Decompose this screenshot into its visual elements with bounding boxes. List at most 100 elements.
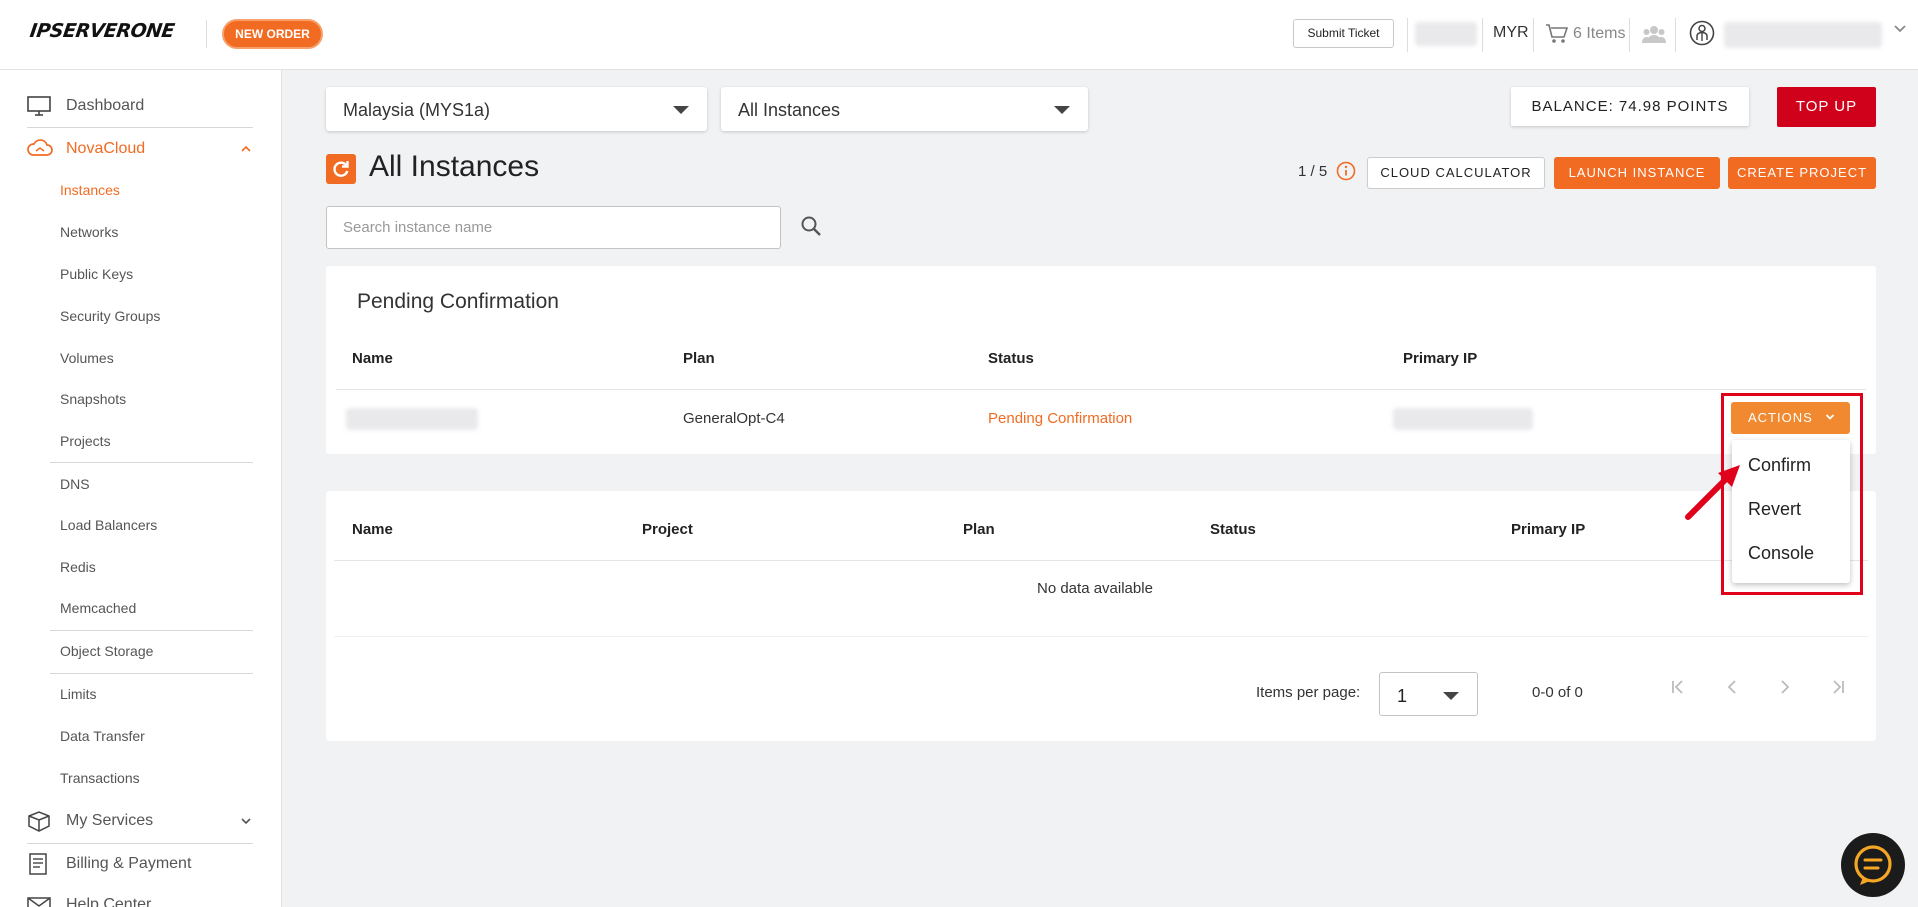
sidebar-item-data-transfer[interactable]: Data Transfer [60, 728, 145, 744]
column-header-plan: Plan [683, 350, 715, 367]
sidebar-item-load-balancers[interactable]: Load Balancers [60, 517, 157, 533]
sidebar-item-billing[interactable]: Billing & Payment [0, 844, 282, 884]
sidebar-item-novacloud[interactable]: NovaCloud [0, 129, 282, 169]
sidebar-item-label: Dashboard [66, 97, 145, 114]
submit-ticket-button[interactable]: Submit Ticket [1293, 19, 1394, 48]
user-account-icon[interactable] [1689, 20, 1715, 46]
team-icon[interactable] [1642, 24, 1666, 44]
sidebar: Dashboard NovaCloud Instances Networks P… [0, 70, 282, 907]
chevron-up-icon [241, 145, 251, 152]
new-order-button[interactable]: NEW ORDER [222, 19, 323, 49]
instance-quota: 1 / 5 [1298, 163, 1328, 180]
items-per-page-label: Items per page: [1256, 684, 1361, 701]
table-divider [334, 560, 1868, 561]
receipt-icon [29, 853, 47, 875]
divider [50, 673, 253, 674]
refresh-button[interactable] [326, 154, 356, 184]
dropdown-arrow-icon [673, 106, 689, 114]
divider [1675, 18, 1676, 52]
pending-section-title: Pending Confirmation [357, 290, 559, 313]
cart-button[interactable]: 6 Items [1545, 22, 1625, 46]
sidebar-item-object-storage[interactable]: Object Storage [60, 643, 153, 659]
monitor-icon [27, 96, 51, 116]
last-page-icon[interactable] [1828, 677, 1848, 697]
column-header-primary-ip: Primary IP [1403, 350, 1478, 367]
column-header-status: Status [988, 350, 1034, 367]
chat-icon [1854, 845, 1892, 885]
sidebar-item-snapshots[interactable]: Snapshots [60, 391, 126, 407]
sidebar-item-instances[interactable]: Instances [60, 182, 120, 198]
instances-filter-select[interactable]: All Instances [721, 87, 1088, 131]
ipserverone-logo[interactable]: IPSERVERONE [28, 20, 198, 46]
top-bar: IPSERVERONE NEW ORDER Submit Ticket MYR … [0, 0, 1918, 70]
sidebar-item-security-groups[interactable]: Security Groups [60, 308, 160, 324]
divider [1629, 18, 1630, 52]
cart-label: 6 Items [1573, 25, 1626, 42]
divider [50, 462, 253, 463]
info-icon[interactable] [1336, 161, 1356, 181]
sidebar-item-label: Help Center [66, 896, 152, 907]
dropdown-arrow-icon [1054, 106, 1070, 114]
table-divider [334, 636, 1868, 637]
region-select[interactable]: Malaysia (MYS1a) [326, 87, 707, 131]
column-header-primary-ip: Primary IP [1511, 521, 1586, 538]
sidebar-item-dashboard[interactable]: Dashboard [0, 86, 282, 126]
items-per-page-value: 1 [1397, 686, 1408, 706]
region-value: Malaysia (MYS1a) [343, 100, 491, 120]
instances-filter-value: All Instances [738, 100, 841, 120]
sidebar-item-dns[interactable]: DNS [60, 476, 90, 492]
sidebar-item-projects[interactable]: Projects [60, 433, 111, 449]
sidebar-item-label: My Services [66, 812, 154, 829]
previous-page-icon[interactable] [1722, 677, 1742, 697]
divider [1407, 18, 1408, 52]
items-per-page-select[interactable]: 1 [1379, 672, 1478, 716]
cart-icon [1546, 24, 1569, 43]
table-divider [336, 389, 1866, 390]
divider [1533, 18, 1534, 52]
sidebar-item-redis[interactable]: Redis [60, 559, 96, 575]
annotation-arrow-icon [1685, 465, 1740, 520]
balance-display: BALANCE: 74.98 POINTS [1511, 87, 1749, 126]
sidebar-item-memcached[interactable]: Memcached [60, 600, 136, 616]
divider [206, 20, 207, 48]
divider [1482, 18, 1483, 52]
column-header-plan: Plan [963, 521, 995, 538]
redacted-account-balance [1415, 22, 1477, 46]
launch-instance-button[interactable]: LAUNCH INSTANCE [1554, 157, 1720, 189]
chevron-down-icon [241, 818, 251, 825]
mail-icon [27, 897, 51, 907]
instances-table-card [326, 491, 1876, 741]
sidebar-item-label: NovaCloud [66, 140, 146, 157]
first-page-icon[interactable] [1668, 677, 1688, 697]
cloud-calculator-button[interactable]: CLOUD CALCULATOR [1367, 157, 1545, 189]
column-header-name: Name [352, 350, 393, 367]
top-up-button[interactable]: TOP UP [1777, 87, 1876, 127]
column-header-name: Name [352, 521, 393, 538]
chevron-down-icon[interactable] [1893, 24, 1907, 34]
divider [27, 127, 253, 128]
create-project-button[interactable]: CREATE PROJECT [1728, 157, 1876, 189]
search-input[interactable] [326, 206, 781, 249]
column-header-status: Status [1210, 521, 1256, 538]
package-icon [28, 811, 50, 832]
sidebar-item-label: Billing & Payment [66, 855, 192, 872]
currency-selector[interactable]: MYR [1493, 24, 1529, 42]
chat-support-button[interactable] [1841, 833, 1905, 897]
search-icon[interactable] [800, 215, 822, 237]
sidebar-item-my-services[interactable]: My Services [0, 801, 282, 841]
logo-text: IPSERVERONE [28, 20, 176, 42]
sidebar-item-volumes[interactable]: Volumes [60, 350, 114, 366]
redacted-username [1724, 22, 1882, 48]
dropdown-arrow-icon [1443, 692, 1459, 700]
next-page-icon[interactable] [1775, 677, 1795, 697]
sidebar-item-networks[interactable]: Networks [60, 224, 118, 240]
page-title: All Instances [369, 150, 540, 183]
sidebar-item-transactions[interactable]: Transactions [60, 770, 140, 786]
empty-state-text: No data available [1037, 580, 1153, 597]
sidebar-item-help-center[interactable]: Help Center [0, 885, 282, 907]
refresh-icon [333, 161, 349, 177]
sidebar-item-public-keys[interactable]: Public Keys [60, 266, 133, 282]
redacted-instance-name [346, 408, 478, 430]
sidebar-item-limits[interactable]: Limits [60, 686, 97, 702]
instance-status: Pending Confirmation [988, 410, 1133, 427]
